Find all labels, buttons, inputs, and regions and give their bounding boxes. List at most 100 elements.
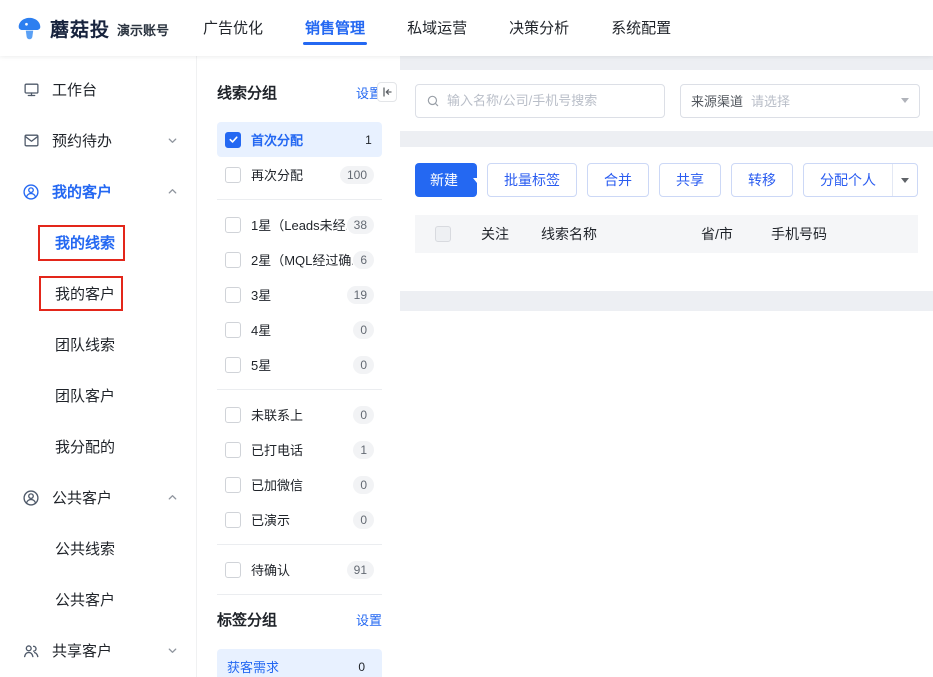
- checkbox[interactable]: [225, 477, 241, 493]
- lead-group-label: 已加微信: [251, 475, 353, 494]
- checkbox[interactable]: [225, 287, 241, 303]
- lead-group-label: 未联系上: [251, 405, 353, 424]
- chevron-down-icon: [167, 645, 178, 656]
- assign-person-button[interactable]: 分配个人: [803, 163, 918, 197]
- filter-bar: 来源渠道 请选择: [400, 70, 933, 131]
- column-header-focus: 关注: [481, 224, 541, 244]
- mail-icon: [22, 132, 40, 150]
- lead-groups-panel: 线索分组 设置 首次分配 1 再次分配 100 1星（Leads未经... 38…: [197, 56, 400, 677]
- sidebar-item-public-customers[interactable]: 公共客户: [0, 574, 196, 625]
- lead-group-count: 0: [353, 476, 374, 494]
- content-lower-panel: [400, 311, 933, 677]
- table-header: 关注 线索名称 省/市 手机号码: [415, 215, 918, 253]
- lead-group-row[interactable]: 2星（MQL经过确... 6: [217, 242, 382, 277]
- caret-down-icon[interactable]: [473, 178, 477, 183]
- lead-group-row[interactable]: 未联系上 0: [217, 397, 382, 432]
- tag-groups-settings-link[interactable]: 设置: [356, 610, 382, 629]
- lead-group-row[interactable]: 1星（Leads未经... 38: [217, 207, 382, 242]
- column-header-province-city: 省/市: [701, 224, 771, 244]
- sidebar: 工作台 预约待办 我的客户 我的线索 我的客户: [0, 56, 197, 677]
- lead-group-row[interactable]: 已演示 0: [217, 502, 382, 537]
- search-box: [415, 84, 665, 118]
- tag-group-row[interactable]: 获客需求 0: [217, 649, 382, 677]
- tag-groups-header: 标签分组 设置: [217, 609, 382, 629]
- source-channel-select[interactable]: 来源渠道 请选择: [680, 84, 920, 118]
- nav-item-private-domain[interactable]: 私域运营: [405, 12, 469, 45]
- checkbox[interactable]: [225, 322, 241, 338]
- lead-group-count: 0: [353, 406, 374, 424]
- merge-button[interactable]: 合并: [587, 163, 649, 197]
- checkbox[interactable]: [225, 252, 241, 268]
- sidebar-group-my-customers[interactable]: 我的客户: [0, 166, 196, 217]
- user-icon: [22, 489, 40, 507]
- collapse-panel-button[interactable]: [377, 82, 397, 102]
- lead-group-label: 2星（MQL经过确...: [251, 250, 353, 269]
- sidebar-item-workbench[interactable]: 工作台: [0, 64, 196, 115]
- sidebar-item-label: 我的客户: [55, 283, 115, 304]
- main-content: 来源渠道 请选择 新建 批量标签 合并 共享 转移 分配个人: [400, 56, 933, 677]
- share-button[interactable]: 共享: [659, 163, 721, 197]
- lead-group-row[interactable]: 4星 0: [217, 312, 382, 347]
- lead-group-label: 已打电话: [251, 440, 353, 459]
- lead-group-label: 5星: [251, 355, 353, 374]
- lead-group-row[interactable]: 首次分配 1: [217, 122, 382, 157]
- column-header-lead-name: 线索名称: [541, 224, 701, 244]
- nav-item-sales-management[interactable]: 销售管理: [303, 12, 367, 45]
- transfer-button[interactable]: 转移: [731, 163, 793, 197]
- sidebar-item-appointments[interactable]: 预约待办: [0, 115, 196, 166]
- sidebar-group-shared-customers[interactable]: 共享客户: [0, 625, 196, 676]
- sidebar-item-public-leads[interactable]: 公共线索: [0, 523, 196, 574]
- brand[interactable]: 蘑菇投 演示账号: [16, 15, 169, 42]
- lead-group-row[interactable]: 再次分配 100: [217, 157, 382, 192]
- lead-group-row[interactable]: 5星 0: [217, 347, 382, 382]
- sidebar-group-public-customers[interactable]: 公共客户: [0, 472, 196, 523]
- nav-item-system-config[interactable]: 系统配置: [609, 12, 673, 45]
- user-icon: [22, 183, 40, 201]
- users-icon: [22, 642, 40, 660]
- sidebar-item-label: 我的线索: [55, 232, 115, 253]
- search-icon: [426, 94, 440, 108]
- lead-group-row[interactable]: 待确认 91: [217, 552, 382, 587]
- sidebar-item-label: 公共线索: [55, 538, 115, 559]
- top-navbar: 蘑菇投 演示账号 广告优化 销售管理 私域运营 决策分析 系统配置: [0, 0, 933, 56]
- caret-down-icon[interactable]: [893, 178, 917, 183]
- lead-group-row[interactable]: 已打电话 1: [217, 432, 382, 467]
- sidebar-item-label: 工作台: [52, 79, 97, 100]
- lead-group-row[interactable]: 已加微信 0: [217, 467, 382, 502]
- new-button[interactable]: 新建: [415, 163, 477, 197]
- nav-item-decision-analysis[interactable]: 决策分析: [507, 12, 571, 45]
- checkbox[interactable]: [225, 167, 241, 183]
- checkbox[interactable]: [225, 512, 241, 528]
- lead-group-count: 100: [340, 166, 374, 184]
- checkbox-checked[interactable]: [225, 132, 241, 148]
- sidebar-item-team-leads[interactable]: 团队线索: [0, 319, 196, 370]
- collapse-panel-icon: [381, 86, 393, 98]
- checkbox[interactable]: [225, 442, 241, 458]
- select-all-checkbox[interactable]: [435, 226, 451, 242]
- checkbox[interactable]: [225, 217, 241, 233]
- nav-item-ad-optimization[interactable]: 广告优化: [201, 12, 265, 45]
- checkbox[interactable]: [225, 562, 241, 578]
- panel-title: 标签分组: [217, 609, 277, 630]
- lead-group-label: 待确认: [251, 560, 347, 579]
- assign-person-label: 分配个人: [804, 170, 892, 190]
- sidebar-item-label: 我的客户: [52, 181, 112, 202]
- divider: [217, 199, 382, 200]
- lead-group-count: 0: [353, 321, 374, 339]
- checkbox[interactable]: [225, 357, 241, 373]
- sidebar-item-my-customers[interactable]: 我的客户: [0, 268, 196, 319]
- sidebar-item-assigned-by-me[interactable]: 我分配的: [0, 421, 196, 472]
- lead-group-row[interactable]: 3星 19: [217, 277, 382, 312]
- sidebar-item-team-customers[interactable]: 团队客户: [0, 370, 196, 421]
- lead-group-count: 1: [353, 441, 374, 459]
- search-input[interactable]: [447, 93, 654, 108]
- sidebar-item-label: 公共客户: [52, 487, 112, 508]
- lead-group-count: 1: [358, 131, 374, 149]
- sidebar-item-label: 公共客户: [55, 589, 115, 610]
- column-header-phone: 手机号码: [771, 224, 891, 244]
- lead-group-count: 6: [353, 251, 374, 269]
- sidebar-item-my-leads[interactable]: 我的线索: [0, 217, 196, 268]
- account-label: 演示账号: [117, 20, 169, 39]
- batch-tag-button[interactable]: 批量标签: [487, 163, 577, 197]
- checkbox[interactable]: [225, 407, 241, 423]
